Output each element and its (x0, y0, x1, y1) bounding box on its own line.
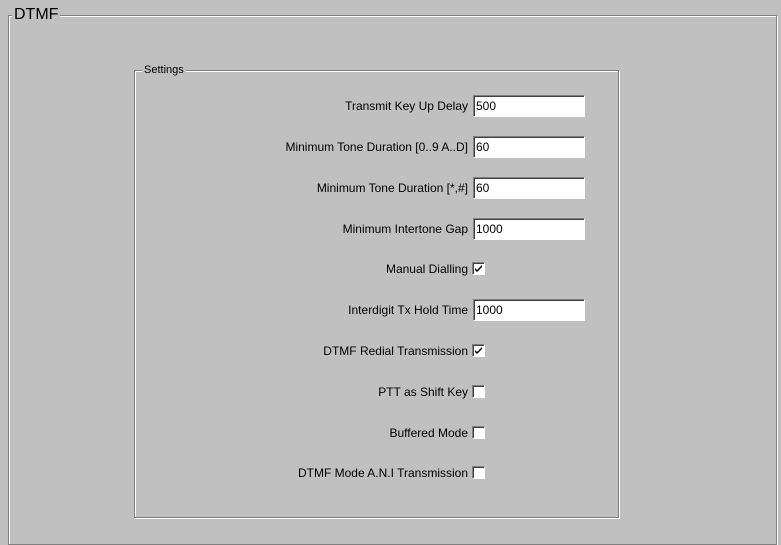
buffered-mode-label: Buffered Mode (389, 426, 469, 440)
checkmark-icon (475, 265, 482, 272)
checkmark-icon (475, 347, 482, 354)
min-tone-duration-symbols-row: Minimum Tone Duration [*,#] (134, 177, 619, 199)
dtmf-mode-ani-transmission-row: DTMF Mode A.N.I Transmission (134, 462, 619, 484)
min-tone-duration-digits-row: Minimum Tone Duration [0..9 A..D] (134, 136, 619, 158)
interdigit-tx-hold-time-row: Interdigit Tx Hold Time (134, 299, 619, 321)
dtmf-title: DTMF (12, 6, 61, 24)
min-tone-duration-digits-label: Minimum Tone Duration [0..9 A..D] (285, 140, 468, 154)
dtmf-redial-transmission-checkbox[interactable] (472, 344, 485, 357)
buffered-mode-row: Buffered Mode (134, 422, 619, 444)
ptt-as-shift-key-row: PTT as Shift Key (134, 381, 619, 403)
min-tone-duration-symbols-label: Minimum Tone Duration [*,#] (316, 181, 468, 195)
transmit-key-up-delay-label: Transmit Key Up Delay (345, 99, 468, 113)
manual-dialling-label: Manual Dialling (385, 262, 468, 276)
min-intertone-gap-label: Minimum Intertone Gap (342, 222, 468, 236)
min-intertone-gap-row: Minimum Intertone Gap (134, 218, 619, 240)
manual-dialling-checkbox[interactable] (472, 262, 485, 275)
dtmf-redial-transmission-label: DTMF Redial Transmission (323, 344, 468, 358)
min-tone-duration-symbols-input[interactable] (473, 177, 585, 199)
interdigit-tx-hold-time-label: Interdigit Tx Hold Time (348, 303, 468, 317)
manual-dialling-row: Manual Dialling (134, 258, 619, 280)
dtmf-mode-ani-transmission-label: DTMF Mode A.N.I Transmission (297, 466, 468, 480)
settings-group-title: Settings (142, 63, 186, 77)
min-intertone-gap-input[interactable] (473, 218, 585, 240)
dtmf-redial-transmission-row: DTMF Redial Transmission (134, 340, 619, 362)
transmit-key-up-delay-input[interactable] (473, 95, 585, 117)
buffered-mode-checkbox[interactable] (472, 426, 485, 439)
transmit-key-up-delay-row: Transmit Key Up Delay (134, 95, 619, 117)
min-tone-duration-digits-input[interactable] (473, 136, 585, 158)
interdigit-tx-hold-time-input[interactable] (473, 299, 585, 321)
dtmf-mode-ani-transmission-checkbox[interactable] (472, 466, 485, 479)
ptt-as-shift-key-checkbox[interactable] (472, 385, 485, 398)
ptt-as-shift-key-label: PTT as Shift Key (378, 385, 468, 399)
